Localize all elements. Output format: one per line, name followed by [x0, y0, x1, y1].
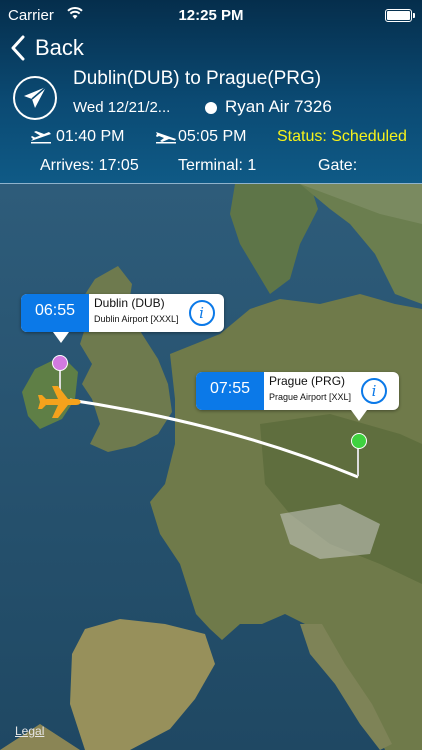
back-label: Back — [35, 35, 84, 60]
back-button[interactable]: Back — [10, 33, 84, 63]
battery-icon — [385, 9, 415, 22]
landing-icon — [156, 132, 176, 144]
flight-path — [59, 366, 359, 479]
origin-callout-tail — [53, 332, 69, 343]
origin-time: 06:55 — [21, 294, 89, 332]
flight-status: Status: Scheduled — [277, 128, 407, 145]
info-icon[interactable]: i — [361, 378, 388, 404]
destination-callout-tail — [351, 410, 367, 421]
takeoff-icon — [31, 131, 51, 144]
flight-header: Carrier 12:25 PM Back Dublin(DUB) to Pra… — [0, 0, 422, 184]
terminal-label: Terminal: 1 — [178, 157, 257, 174]
destination-city: Prague (PRG) — [269, 374, 346, 388]
origin-info-text: Dublin (DUB) Dublin Airport [XXXL] — [89, 294, 185, 332]
airplane-icon — [38, 386, 81, 418]
destination-time: 07:55 — [196, 372, 264, 410]
chevron-left-icon — [11, 35, 25, 61]
destination-airport: Prague Airport [XXL] — [269, 391, 352, 402]
info-icon[interactable]: i — [188, 300, 215, 326]
route-title: Dublin(DUB) to Prague(PRG) — [73, 68, 322, 89]
arrives-label: Arrives: 17:05 — [40, 157, 139, 174]
destination-info-text: Prague (PRG) Prague Airport [XXL] — [264, 372, 357, 410]
satellite-map[interactable]: 06:55 Dublin (DUB) Dublin Airport [XXXL]… — [0, 184, 422, 750]
departure-time: 01:40 PM — [56, 128, 125, 145]
airline-dot — [205, 102, 217, 114]
origin-callout[interactable]: 06:55 Dublin (DUB) Dublin Airport [XXXL]… — [21, 294, 224, 343]
airline-flight: Ryan Air 7326 — [225, 97, 332, 116]
legal-link[interactable]: Legal — [15, 724, 44, 738]
flight-date: Wed 12/21/2... — [73, 99, 171, 116]
origin-pin[interactable] — [52, 355, 68, 371]
destination-pin[interactable] — [351, 433, 367, 449]
paper-plane-icon — [13, 76, 57, 120]
destination-callout[interactable]: 07:55 Prague (PRG) Prague Airport [XXL] … — [196, 372, 399, 421]
gate-label: Gate: — [318, 157, 358, 174]
status-bar: Carrier 12:25 PM — [0, 0, 422, 30]
arrival-time: 05:05 PM — [178, 128, 247, 145]
clock: 12:25 PM — [178, 7, 244, 24]
origin-airport: Dublin Airport [XXXL] — [94, 313, 179, 324]
origin-city: Dublin (DUB) — [94, 296, 165, 310]
